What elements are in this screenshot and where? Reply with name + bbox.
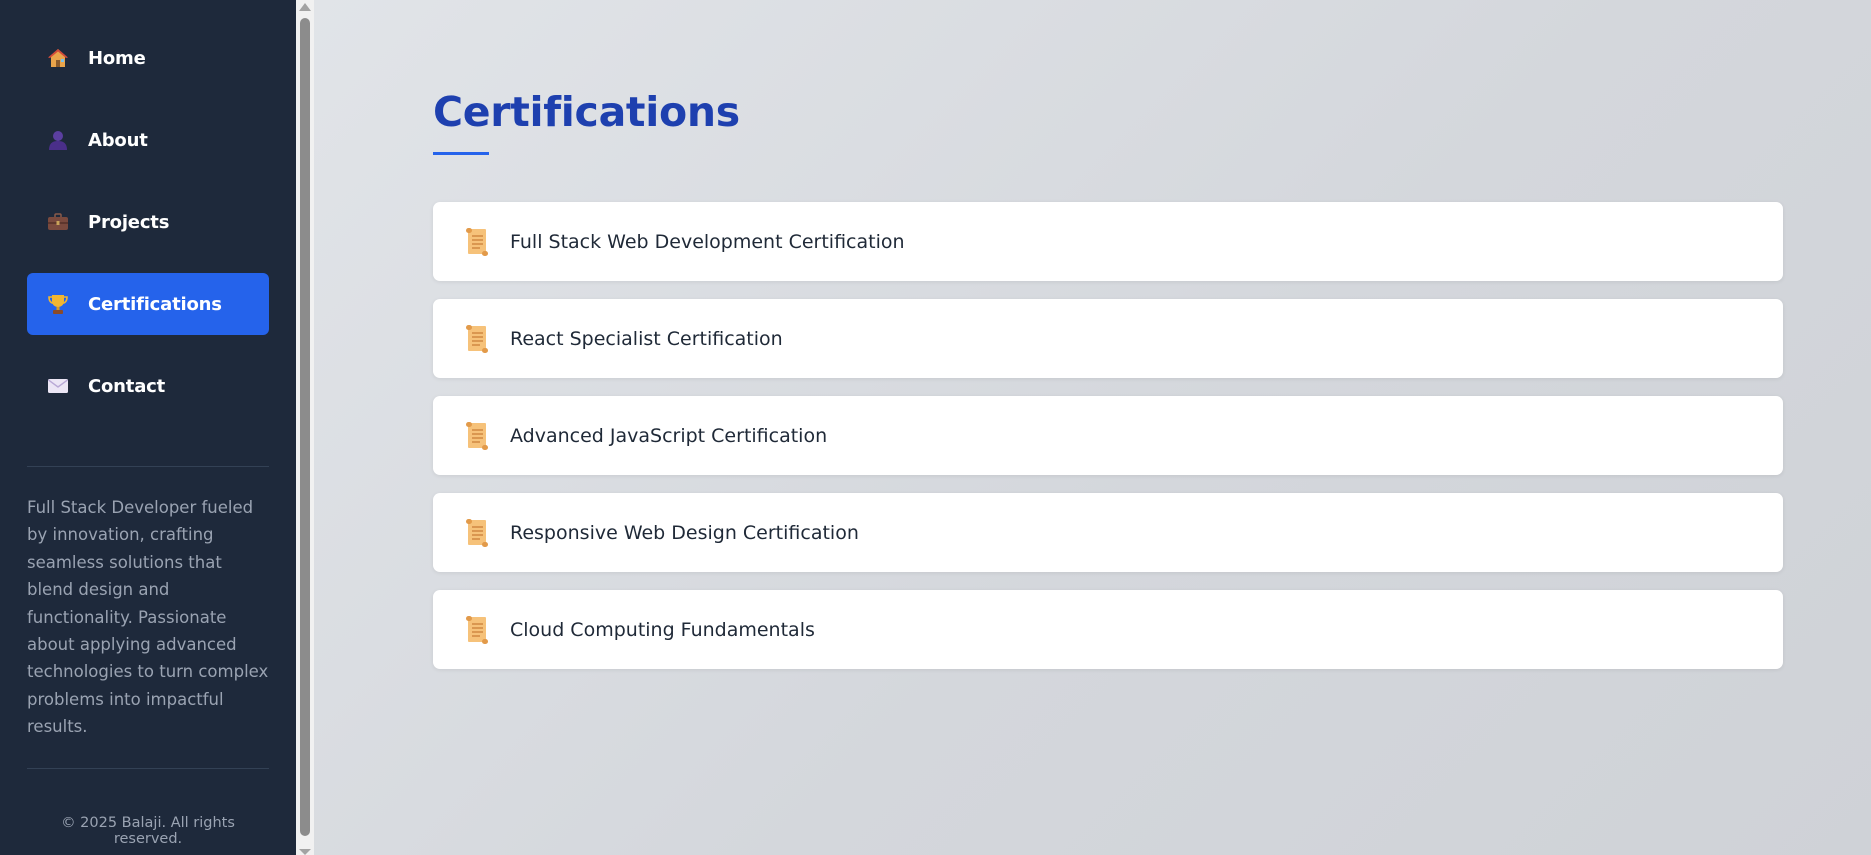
sidebar-item-label: Home bbox=[88, 47, 146, 69]
sidebar-item-certifications[interactable]: Certifications bbox=[27, 273, 269, 335]
sidebar-bio: Full Stack Developer fueled by innovatio… bbox=[27, 498, 269, 737]
scroll-icon bbox=[466, 227, 488, 256]
copyright-footer: © 2025 Balaji. All rights reserved. bbox=[61, 815, 235, 847]
sidebar-divider bbox=[27, 768, 269, 769]
certification-list: Full Stack Web Development Certification… bbox=[433, 202, 1783, 687]
certification-name: Advanced JavaScript Certification bbox=[510, 424, 828, 447]
sidebar-item-label: About bbox=[88, 129, 148, 151]
scrollbar-thumb[interactable] bbox=[300, 18, 310, 836]
scroll-icon bbox=[466, 615, 488, 644]
trophy-icon bbox=[47, 293, 69, 315]
certification-card: Responsive Web Design Certification bbox=[433, 493, 1783, 572]
certification-card: Advanced JavaScript Certification bbox=[433, 396, 1783, 475]
scrollbar[interactable] bbox=[296, 0, 314, 855]
person-icon bbox=[47, 129, 69, 151]
sidebar-item-projects[interactable]: Projects bbox=[27, 191, 269, 253]
sidebar-nav: Home About Projects Certifications Conta… bbox=[27, 27, 269, 437]
scroll-icon bbox=[466, 421, 488, 450]
briefcase-icon bbox=[47, 211, 69, 233]
sidebar-item-label: Projects bbox=[88, 211, 170, 233]
main-content: Certifications Full Stack Web Developmen… bbox=[314, 0, 1871, 855]
sidebar-item-label: Certifications bbox=[88, 293, 222, 315]
sidebar-item-home[interactable]: Home bbox=[27, 27, 269, 89]
certification-name: Full Stack Web Development Certification bbox=[510, 230, 905, 253]
sidebar-item-about[interactable]: About bbox=[27, 109, 269, 171]
scroll-down-arrow-icon[interactable] bbox=[299, 849, 311, 855]
sidebar-item-label: Contact bbox=[88, 375, 166, 397]
sidebar-divider bbox=[27, 466, 269, 467]
certification-card: Full Stack Web Development Certification bbox=[433, 202, 1783, 281]
scroll-up-arrow-icon[interactable] bbox=[299, 3, 311, 11]
sidebar: Home About Projects Certifications Conta… bbox=[0, 0, 296, 855]
certification-name: Cloud Computing Fundamentals bbox=[510, 618, 815, 641]
certification-card: React Specialist Certification bbox=[433, 299, 1783, 378]
certification-card: Cloud Computing Fundamentals bbox=[433, 590, 1783, 669]
scroll-icon bbox=[466, 518, 488, 547]
scroll-icon bbox=[466, 324, 488, 353]
certification-name: React Specialist Certification bbox=[510, 327, 783, 350]
title-underline bbox=[433, 152, 489, 155]
envelope-icon bbox=[47, 375, 69, 397]
house-icon bbox=[47, 47, 69, 69]
certification-name: Responsive Web Design Certification bbox=[510, 521, 859, 544]
sidebar-item-contact[interactable]: Contact bbox=[27, 355, 269, 417]
page-title: Certifications bbox=[433, 88, 740, 136]
